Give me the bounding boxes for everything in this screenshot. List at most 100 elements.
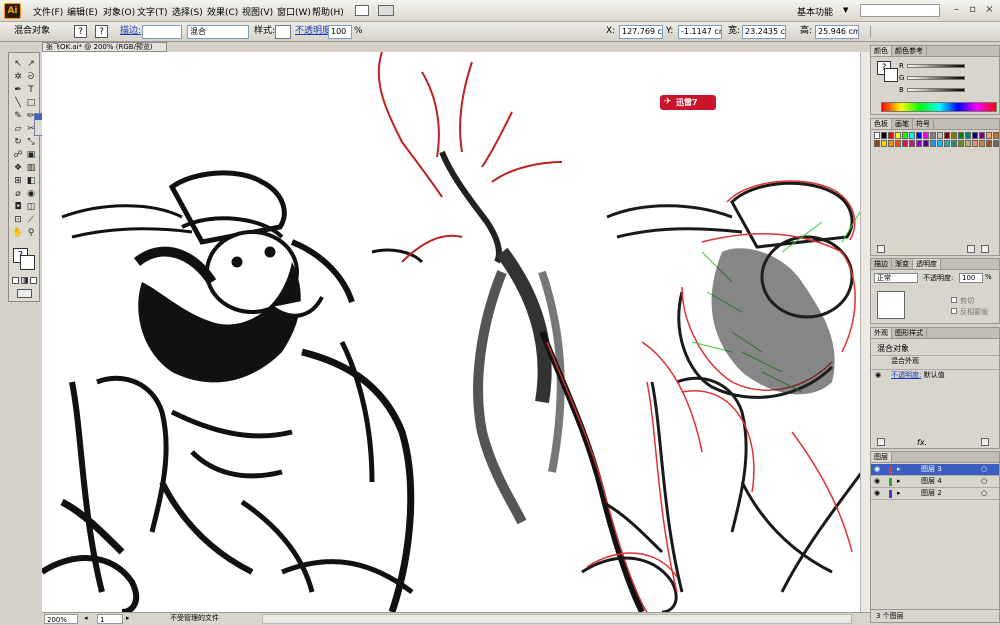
menu-help[interactable]: 帮助(H) [312,5,344,18]
lasso-tool-icon[interactable]: ᘐ [25,72,37,83]
swatch-cell[interactable] [923,132,929,139]
tab-gradient[interactable]: 渐变 [892,259,913,269]
swatch-cell[interactable] [993,140,999,147]
direct-selection-tool-icon[interactable]: ↗ [25,59,37,70]
menu-view[interactable]: 视图(V) [242,5,273,18]
mesh-tool-icon[interactable]: ⊞ [12,176,24,187]
live-paint-tool-icon[interactable]: ◘ [12,202,24,213]
swatch-cell[interactable] [895,140,901,147]
tab-stroke[interactable]: 描边 [871,259,892,269]
eye-icon[interactable]: ◉ [874,476,880,487]
appearance-row-opacity[interactable]: ◉ 不透明度: 默认值 [871,369,999,381]
swatch-cell[interactable] [965,132,971,139]
swatch-cell[interactable] [937,132,943,139]
eye-icon[interactable]: ◉ [875,370,881,381]
swatch-cell[interactable] [965,140,971,147]
swatch-cell[interactable] [895,132,901,139]
restore-icon[interactable]: ▫ [966,4,979,16]
tab-brushes[interactable]: 画笔 [892,119,913,129]
target-icon[interactable]: ○ [981,488,987,499]
swatch-cell[interactable] [916,140,922,147]
workspace-switcher[interactable]: 基本功能 [797,5,833,18]
y-field[interactable]: -1.1147 cm [678,25,722,39]
arrange-documents-icon[interactable] [378,5,394,16]
invert-mask-checkbox[interactable] [951,308,957,314]
warp-tool-icon[interactable]: ☍ [12,150,24,161]
selection-tool-icon[interactable]: ↖ [12,59,24,70]
none-mode-icon[interactable] [30,277,37,284]
swatch-cell[interactable] [951,132,957,139]
horizontal-scrollbar[interactable] [262,614,852,624]
delete-appearance-icon[interactable] [981,438,989,446]
minimize-icon[interactable]: – [950,4,963,16]
slider-g[interactable] [907,76,965,80]
eraser-tool-icon[interactable]: ▱ [12,124,24,135]
chevron-down-icon[interactable]: ▼ [843,6,848,14]
swatch-cell[interactable] [881,132,887,139]
eye-icon[interactable]: ◉ [874,464,880,475]
graphic-style-swatch[interactable] [275,25,291,39]
gradient-mode-icon[interactable] [21,277,28,284]
stroke-swatch-icon[interactable]: ? [95,25,108,38]
swatch-cell[interactable] [881,140,887,147]
zoom-tool-icon[interactable]: ⚲ [25,228,37,239]
swatch-cell[interactable] [902,132,908,139]
artboard-canvas[interactable]: ✈ 迅雷7 [42,52,860,612]
slider-r[interactable] [907,64,965,68]
transparency-opacity-field[interactable]: 100 [959,273,983,283]
swatch-cell[interactable] [909,132,915,139]
swatch-cell[interactable] [874,140,880,147]
swatch-cell[interactable] [874,132,880,139]
new-swatch-icon[interactable] [967,245,975,253]
swatch-cell[interactable] [888,132,894,139]
swatch-cell[interactable] [944,140,950,147]
menu-effect[interactable]: 效果(C) [207,5,238,18]
xunlei-float-badge[interactable]: ✈ 迅雷7 [660,95,716,110]
tab-symbols[interactable]: 符号 [913,119,934,129]
slice-tool-icon[interactable]: ⟋ [25,215,37,226]
stroke-color-icon[interactable] [20,255,35,270]
swatch-cell[interactable] [979,140,985,147]
appearance-row-blend[interactable]: 混合外观 [871,355,999,367]
tab-color-guide[interactable]: 颜色参考 [892,46,927,56]
swatch-cell[interactable] [958,132,964,139]
artboard-number-field[interactable]: 1 [97,614,123,624]
stroke-label[interactable]: 描边: [120,25,141,39]
opacity-field[interactable]: 100 [328,25,352,39]
bridge-icon[interactable] [355,5,369,16]
next-artboard-icon[interactable]: ▸ [126,613,130,624]
vertical-scrollbar[interactable] [860,52,870,612]
swatch-cell[interactable] [993,132,999,139]
swatch-cell[interactable] [930,132,936,139]
swatch-cell[interactable] [986,132,992,139]
swatch-grid[interactable] [874,132,999,172]
swatch-cell[interactable] [972,132,978,139]
x-field[interactable]: 127.769 cm [619,25,663,39]
document-tab[interactable]: 张飞OK.ai* @ 200% (RGB/预览) [42,42,167,52]
slider-b[interactable] [907,88,965,92]
target-icon[interactable]: ○ [981,464,987,475]
menu-type[interactable]: 文字(T) [137,5,168,18]
gradient-tool-icon[interactable]: ◧ [25,176,37,187]
eye-icon[interactable]: ◉ [874,488,880,499]
stroke-weight-field[interactable] [142,25,182,39]
swatch-cell[interactable] [902,140,908,147]
stroke-proxy-icon[interactable] [884,68,898,82]
appearance-opacity-label[interactable]: 不透明度: [891,371,921,379]
menu-edit[interactable]: 编辑(E) [67,5,98,18]
add-stroke-icon[interactable] [877,438,885,446]
swatch-cell[interactable] [937,140,943,147]
first-artboard-icon[interactable]: ◂ [84,613,88,624]
type-tool-icon[interactable]: T [25,85,37,96]
tab-graphic-styles[interactable]: 图形样式 [892,328,927,338]
swatch-cell[interactable] [923,140,929,147]
expand-triangle-icon[interactable]: ▸ [897,464,901,475]
eyedropper-tool-icon[interactable]: ⌀ [12,189,24,200]
tab-transparency[interactable]: 透明度 [913,259,941,269]
menu-select[interactable]: 选择(S) [172,5,203,18]
color-spectrum[interactable] [881,102,997,112]
menu-object[interactable]: 对象(O) [103,5,135,18]
zoom-level-field[interactable]: 200% [44,614,78,624]
live-paint-selection-icon[interactable]: ◫ [25,202,37,213]
swatch-cell[interactable] [909,140,915,147]
